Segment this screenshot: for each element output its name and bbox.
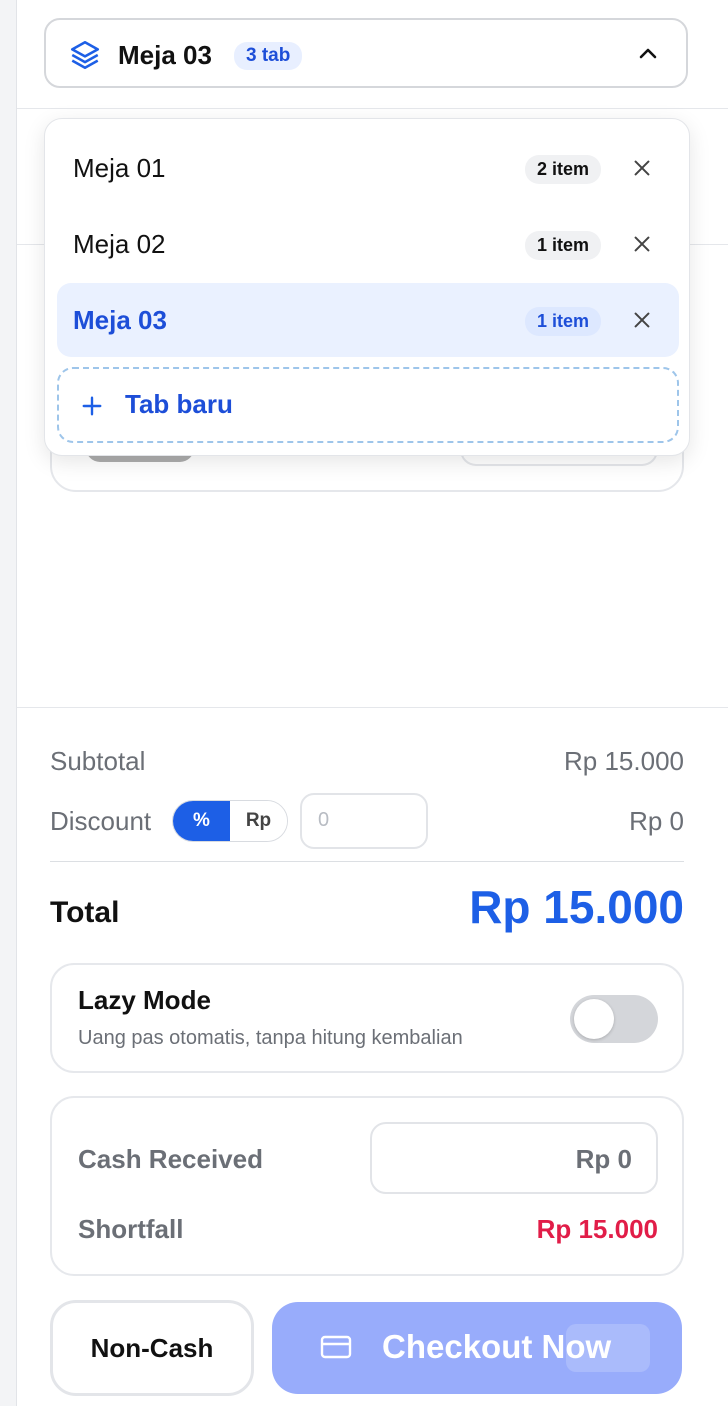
cash-received-input[interactable]: Rp 0	[370, 1122, 658, 1194]
toggle-knob	[574, 999, 614, 1039]
discount-input[interactable]: 0	[300, 793, 428, 849]
non-cash-button[interactable]: Non-Cash	[50, 1300, 254, 1396]
close-icon[interactable]	[631, 309, 653, 331]
subtotal-value: Rp 15.000	[564, 746, 684, 776]
active-tab-title: Meja 03	[118, 40, 212, 70]
tab-item-count: 1 item	[524, 231, 601, 260]
checkout-button[interactable]: Checkout Now	[272, 1302, 682, 1394]
tab-item-count: 2 item	[524, 155, 601, 184]
discount-value: Rp 0	[629, 806, 684, 836]
layers-icon	[70, 40, 100, 70]
tab-item-name: Meja 03	[73, 305, 167, 335]
lazy-mode-card: Lazy Mode Uang pas otomatis, tanpa hitun…	[50, 963, 684, 1073]
discount-label: Discount	[50, 806, 152, 836]
total-label: Total	[50, 896, 120, 929]
lazy-mode-toggle[interactable]	[570, 995, 658, 1043]
discount-rp-option[interactable]: Rp	[230, 801, 287, 841]
shortfall-label: Shortfall	[78, 1214, 184, 1244]
tab-dropdown-menu: Meja 01 2 item Meja 02 1 item Meja 03 1 …	[44, 118, 690, 456]
summary-divider	[17, 707, 728, 708]
discount-type-toggle: % Rp	[172, 800, 288, 842]
tab-item-meja-03[interactable]: Meja 03 1 item	[57, 283, 679, 357]
tab-count-badge: 3 tab	[234, 42, 303, 70]
chevron-up-icon[interactable]	[636, 42, 660, 66]
tab-item-name: Meja 02	[73, 229, 166, 259]
plus-icon	[82, 396, 102, 416]
tab-item-name: Meja 01	[73, 153, 166, 183]
tab-selector-dropdown[interactable]: Meja 03 3 tab	[44, 18, 688, 88]
credit-card-icon	[320, 1335, 352, 1359]
lazy-mode-title: Lazy Mode	[78, 985, 211, 1015]
new-tab-button[interactable]: Tab baru	[57, 367, 679, 443]
cash-received-label: Cash Received	[78, 1144, 263, 1174]
shortfall-value: Rp 15.000	[536, 1214, 658, 1244]
tab-item-count: 1 item	[524, 307, 601, 336]
new-tab-label: Tab baru	[125, 389, 233, 419]
close-icon[interactable]	[631, 233, 653, 255]
subtotal-label: Subtotal	[50, 746, 146, 776]
total-divider	[50, 861, 684, 862]
close-icon[interactable]	[631, 157, 653, 179]
side-border	[0, 0, 17, 1406]
tab-item-meja-02[interactable]: Meja 02 1 item	[57, 207, 679, 281]
cash-card: Cash Received Rp 0 Shortfall Rp 15.000	[50, 1096, 684, 1276]
shortcut-hint	[566, 1324, 650, 1372]
lazy-mode-subtitle: Uang pas otomatis, tanpa hitung kembalia…	[78, 1027, 463, 1049]
total-value: Rp 15.000	[469, 881, 684, 933]
tab-item-meja-01[interactable]: Meja 01 2 item	[57, 131, 679, 205]
discount-percent-option[interactable]: %	[173, 801, 230, 841]
